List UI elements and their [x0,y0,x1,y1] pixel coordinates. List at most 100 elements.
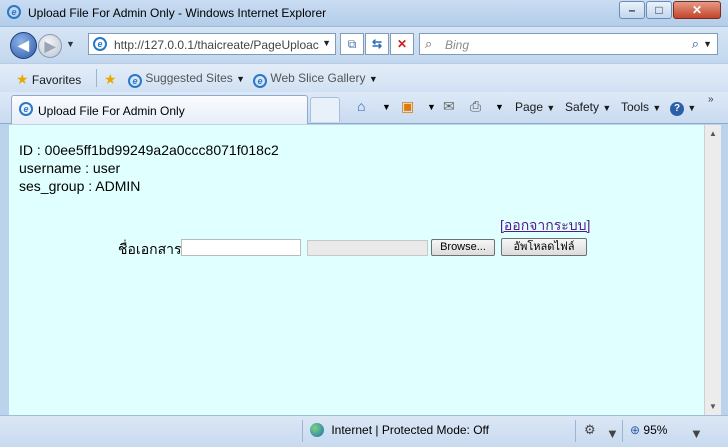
favorites-button[interactable]: ★ Favorites [16,71,81,88]
internet-globe-icon [310,423,324,437]
page-icon: e [93,37,107,51]
logout-link[interactable]: [ออกจากระบบ] [500,215,590,237]
session-username: username : user [19,160,121,176]
refresh-button[interactable]: ⇆ [365,33,389,55]
vertical-scrollbar[interactable]: ▲ ▼ [704,125,721,415]
web-slice-gallery-link[interactable]: e Web Slice Gallery ▼ [253,71,378,88]
more-commands-chevron-icon[interactable]: » [708,94,714,105]
home-icon[interactable]: ⌂ [357,98,365,114]
tools-menu-label: Tools [621,100,650,114]
search-options-dropdown-icon[interactable]: ▼ [703,39,712,49]
search-provider-icon: ⌕ [425,36,433,51]
back-button[interactable]: ◀ [10,32,37,59]
title-bar: e Upload File For Admin Only - Windows I… [0,0,728,27]
status-bar: Internet | Protected Mode: Off ⚙ ▼ ⊕ 95%… [0,415,728,447]
zoom-icon: ⊕ [630,423,641,437]
help-dropdown-icon: ▼ [687,103,697,113]
protected-mode-icon[interactable]: ⚙ [584,422,596,438]
browse-button[interactable]: Browse... [431,239,495,256]
add-to-favorites-bar-button[interactable]: ★ [104,71,117,88]
close-icon: ✕ [691,3,703,17]
maximize-button[interactable]: □ [646,1,672,19]
add-favorite-icon: ★ [104,71,117,87]
session-group: ses_group : ADMIN [19,178,141,194]
suggested-sites-dropdown-icon: ▼ [236,74,246,84]
feeds-dropdown-icon[interactable]: ▼ [427,102,436,112]
safety-menu-dropdown-icon: ▼ [602,103,612,113]
forward-arrow-icon: ▶ [44,38,56,54]
document-name-input[interactable] [181,239,301,256]
session-id: ID : 00ee5ff1bd99249a2a0ccc8071f018c2 [19,142,279,158]
suggested-sites-icon: e [128,74,142,88]
minimize-button[interactable]: – [619,1,645,19]
home-dropdown-icon[interactable]: ▼ [382,102,391,112]
address-bar[interactable]: e http://127.0.0.1/thaicreate/PageUploac… [88,33,336,55]
feeds-icon[interactable]: ▣ [401,98,414,115]
print-icon[interactable]: ⎙ [470,98,481,115]
tools-menu[interactable]: Tools ▼ [621,100,661,114]
compatibility-view-button[interactable]: ⧉ [340,33,364,55]
window-frame-right [721,124,728,447]
window-title: Upload File For Admin Only - Windows Int… [28,6,327,20]
favorites-divider [96,69,97,87]
web-slice-dropdown-icon: ▼ [368,74,378,84]
tab-label: Upload File For Admin Only [38,104,185,118]
document-name-label: ชื่อเอกสาร [118,241,182,257]
search-icon[interactable]: ⌕ [692,36,699,52]
upload-form: ชื่อเอกสาร Browse... อัพโหลดไฟล์ [118,238,698,259]
suggested-sites-link[interactable]: e Suggested Sites ▼ [128,71,245,88]
window-frame-left [0,124,9,447]
tab-page-icon: e [19,102,33,116]
protected-mode-dropdown-icon[interactable]: ▼ [606,426,619,441]
scroll-down-icon[interactable]: ▼ [709,402,717,411]
status-divider [575,420,576,442]
close-window-button[interactable]: ✕ [673,1,721,19]
zoom-control[interactable]: ⊕ 95% [630,423,667,437]
stop-icon: ✕ [396,37,408,51]
safety-menu-label: Safety [565,100,600,114]
address-dropdown-icon[interactable]: ▼ [322,38,331,48]
mail-icon[interactable]: ✉ [443,98,455,115]
safety-menu[interactable]: Safety ▼ [565,100,611,114]
search-box[interactable]: ⌕ Bing ⌕ ▼ [419,33,718,55]
web-slice-icon: e [253,74,267,88]
help-icon: ? [670,102,684,116]
upload-file-button[interactable]: อัพโหลดไฟล์ [501,238,587,256]
maximize-icon: □ [655,3,663,17]
favorites-star-icon: ★ [16,71,29,87]
help-menu[interactable]: ? ▼ [670,100,696,116]
zoom-level: 95% [643,423,668,437]
back-arrow-icon: ◀ [18,37,29,53]
session-info: ID : 00ee5ff1bd99249a2a0ccc8071f018c2 us… [19,141,279,195]
favorites-label: Favorites [31,73,82,87]
scroll-up-icon[interactable]: ▲ [709,129,717,138]
forward-button[interactable]: ▶ [38,34,62,58]
tools-menu-dropdown-icon: ▼ [652,103,662,113]
ie-logo-icon: e [7,5,21,19]
page-content: ID : 00ee5ff1bd99249a2a0ccc8071f018c2 us… [9,125,704,415]
command-bar: e Upload File For Admin Only ⌂ ▼ ▣ ▼ ✉ ⎙… [0,92,728,124]
new-tab-button[interactable] [310,97,340,122]
favorites-bar: ★ Favorites ★ e Suggested Sites ▼ e Web … [0,63,728,92]
tab-active[interactable]: e Upload File For Admin Only [11,95,308,124]
suggested-sites-label: Suggested Sites [145,71,233,85]
refresh-icon: ⇆ [371,37,383,51]
zoom-dropdown-icon[interactable]: ▼ [690,426,703,441]
print-dropdown-icon[interactable]: ▼ [495,102,504,112]
status-divider [302,420,303,442]
recent-pages-dropdown-icon[interactable]: ▼ [66,39,75,49]
page-menu-dropdown-icon: ▼ [546,103,556,113]
web-slice-label: Web Slice Gallery [270,71,366,85]
address-url[interactable]: http://127.0.0.1/thaicreate/PageUploac [114,38,324,52]
status-divider [622,420,623,442]
security-zone-label: Internet | Protected Mode: Off [331,423,489,437]
minimize-icon: – [628,3,636,17]
search-placeholder[interactable]: Bing [445,38,469,52]
navigation-bar: ◀ ▶ ▼ e http://127.0.0.1/thaicreate/Page… [0,27,728,63]
page-menu-label: Page [515,100,544,114]
compatibility-icon: ⧉ [347,37,357,51]
stop-button[interactable]: ✕ [390,33,414,55]
page-menu[interactable]: Page ▼ [515,100,555,114]
file-path-field[interactable] [307,240,428,256]
security-zone[interactable]: Internet | Protected Mode: Off [310,423,489,437]
